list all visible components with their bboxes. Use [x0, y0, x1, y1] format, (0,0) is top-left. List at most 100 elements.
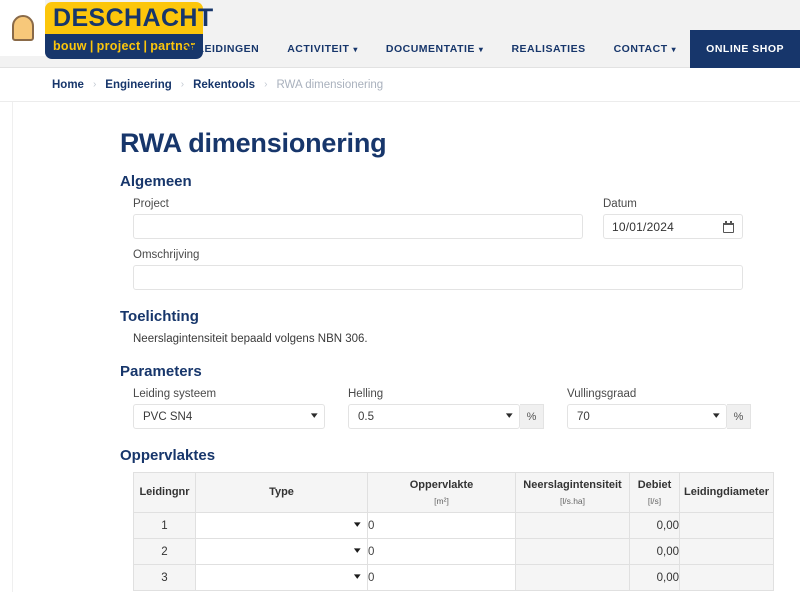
cell-neerslagintensiteit	[515, 564, 630, 592]
breadcrumb-separator: ›	[92, 79, 97, 90]
datum-field-group: Datum 10/01/2024	[603, 198, 743, 239]
nav-item-documentatie[interactable]: DOCUMENTATIE ▾	[372, 30, 498, 68]
breadcrumb-separator: ›	[264, 79, 268, 90]
cell-oppervlakte[interactable]: 0	[367, 512, 516, 540]
table-header-row: Leidingnr Type Oppervlakte [m²] Neerslag…	[133, 471, 774, 514]
cell-oppervlakte[interactable]: 0	[367, 538, 516, 566]
logo-name: DESCHACHT	[53, 4, 214, 32]
column-label-oppervlakte: Oppervlakte	[409, 479, 474, 491]
algemeen-row-1: Project Datum 10/01/2024	[120, 198, 750, 239]
chevron-down-icon: ▾	[506, 410, 514, 420]
cell-neerslagintensiteit	[515, 512, 630, 540]
nav-label-contact: CONTACT	[613, 43, 668, 55]
table-header: Leidingnr Type Oppervlakte [m²] Neerslag…	[133, 471, 774, 514]
online-shop-label: ONLINE SHOP	[706, 43, 784, 55]
site-header: DESCHACHT bouw | project | partner OPLEIDING…	[0, 0, 800, 68]
helling-value: 0.5	[358, 410, 374, 423]
nav-label-realisaties: REALISATIES	[511, 43, 586, 55]
calendar-icon[interactable]	[723, 220, 734, 233]
cell-leidingnr: 3	[133, 564, 196, 592]
column-label-type: Type	[269, 485, 294, 498]
cell-type[interactable]: ▾	[195, 564, 368, 592]
nav-item-realisaties[interactable]: REALISATIES	[497, 30, 599, 68]
toelichting-text: Neerslagintensiteit bepaald volgens NBN …	[133, 333, 368, 345]
table-body: 1 ▾ 0 0,00 2 ▾ 0 0,00 3 ▾ 0 0,00	[133, 512, 774, 592]
vullingsgraad-unit: %	[727, 404, 751, 429]
section-heading-parameters: Parameters	[120, 363, 202, 380]
nav-item-activiteit[interactable]: ACTIVITEIT ▾	[273, 30, 372, 68]
nav-label-documentatie: DOCUMENTATIE	[385, 43, 475, 55]
bell-icon	[11, 15, 34, 41]
leiding-systeem-select[interactable]: PVC SN4 ▾	[133, 404, 325, 429]
form-container: RWA dimensionering Algemeen Project Datu…	[13, 128, 800, 592]
omschrijving-label: Omschrijving	[133, 249, 200, 261]
column-unit-debiet: [l/s]	[647, 495, 662, 506]
omschrijving-input[interactable]	[133, 265, 743, 290]
chevron-down-icon: ▾	[354, 571, 362, 582]
logo-separator-1: |	[89, 39, 94, 53]
chevron-down-icon: ▾	[354, 545, 362, 556]
chevron-down-icon: ▾	[713, 410, 721, 420]
vullingsgraad-value: 70	[577, 410, 590, 423]
column-label-leidingnr: Leidingnr	[139, 485, 190, 498]
type-select[interactable]: ▾	[196, 539, 367, 564]
datum-label: Datum	[603, 198, 637, 210]
column-header-neerslagintensiteit: Neerslagintensiteit [l/s.ha]	[515, 471, 630, 514]
helling-select[interactable]: 0.5 ▾	[348, 404, 520, 429]
section-heading-toelichting: Toelichting	[120, 308, 199, 325]
omschrijving-field-group: Omschrijving	[133, 249, 743, 290]
chevron-down-icon: ▾	[353, 45, 358, 54]
breadcrumb-item-home[interactable]: Home	[52, 79, 84, 91]
logo-tagline-project: project	[96, 39, 141, 53]
datum-value: 10/01/2024	[612, 219, 675, 234]
helling-label: Helling	[348, 388, 384, 400]
cell-leidingnr: 2	[133, 538, 196, 566]
breadcrumb-item-engineering[interactable]: Engineering	[105, 79, 171, 91]
cell-leidingdiameter	[679, 564, 774, 592]
column-label-debiet: Debiet	[637, 479, 672, 491]
datum-input[interactable]: 10/01/2024	[603, 214, 743, 239]
breadcrumb-separator: ›	[180, 79, 185, 90]
cell-debiet: 0,00	[629, 512, 680, 540]
chevron-down-icon: ▾	[354, 519, 362, 530]
nav-label-opleidingen: OPLEIDINGEN	[181, 43, 260, 55]
cell-type[interactable]: ▾	[195, 512, 368, 540]
logo-tagline-bouw: bouw	[53, 39, 87, 53]
parameters-row: Leiding systeem PVC SN4 ▾ Helling 0.5 ▾ …	[120, 388, 751, 429]
type-select[interactable]: ▾	[196, 513, 367, 538]
section-heading-algemeen: Algemeen	[120, 173, 192, 190]
table-row: 3 ▾ 0 0,00	[133, 564, 774, 592]
breadcrumb: Home › Engineering › Rekentools › RWA di…	[0, 68, 800, 102]
cell-type[interactable]: ▾	[195, 538, 368, 566]
cell-leidingnr: 1	[133, 512, 196, 540]
vullingsgraad-wrap: 70 ▾ %	[567, 404, 751, 429]
chevron-down-icon: ▾	[478, 45, 484, 54]
online-shop-button[interactable]: ONLINE SHOP	[690, 30, 800, 68]
column-header-leidingnr: Leidingnr	[133, 471, 196, 514]
chevron-down-icon: ▾	[311, 410, 319, 420]
cell-oppervlakte[interactable]: 0	[367, 564, 516, 592]
main-navigation: OPLEIDINGEN ACTIVITEIT ▾ DOCUMENTATIE ▾ …	[167, 30, 800, 68]
type-select[interactable]: ▾	[196, 565, 367, 590]
cell-debiet: 0,00	[629, 538, 680, 566]
table-row: 2 ▾ 0 0,00	[133, 538, 774, 566]
column-header-type: Type	[195, 471, 368, 514]
column-header-debiet: Debiet [l/s]	[629, 471, 680, 514]
helling-unit: %	[520, 404, 544, 429]
nav-item-contact[interactable]: CONTACT ▾	[600, 30, 691, 68]
vullingsgraad-select[interactable]: 70 ▾	[567, 404, 727, 429]
breadcrumb-item-rekentools[interactable]: Rekentools	[193, 79, 255, 91]
page-content: RWA dimensionering Algemeen Project Datu…	[12, 102, 800, 592]
oppervlaktes-table-wrap: Leidingnr Type Oppervlakte [m²] Neerslag…	[120, 471, 774, 592]
vullingsgraad-group: Vullingsgraad 70 ▾ %	[567, 388, 751, 429]
cell-debiet: 0,00	[629, 564, 680, 592]
table-row: 1 ▾ 0 0,00	[133, 512, 774, 540]
column-header-oppervlakte: Oppervlakte [m²]	[367, 471, 516, 514]
cell-neerslagintensiteit	[515, 538, 630, 566]
breadcrumb-item-current: RWA dimensionering	[276, 78, 384, 91]
oppervlaktes-table: Leidingnr Type Oppervlakte [m²] Neerslag…	[133, 471, 774, 592]
project-input[interactable]	[133, 214, 583, 239]
nav-item-opleidingen[interactable]: OPLEIDINGEN	[167, 30, 273, 68]
page-title: RWA dimensionering	[120, 128, 387, 158]
leiding-systeem-wrap: PVC SN4 ▾	[133, 404, 325, 429]
